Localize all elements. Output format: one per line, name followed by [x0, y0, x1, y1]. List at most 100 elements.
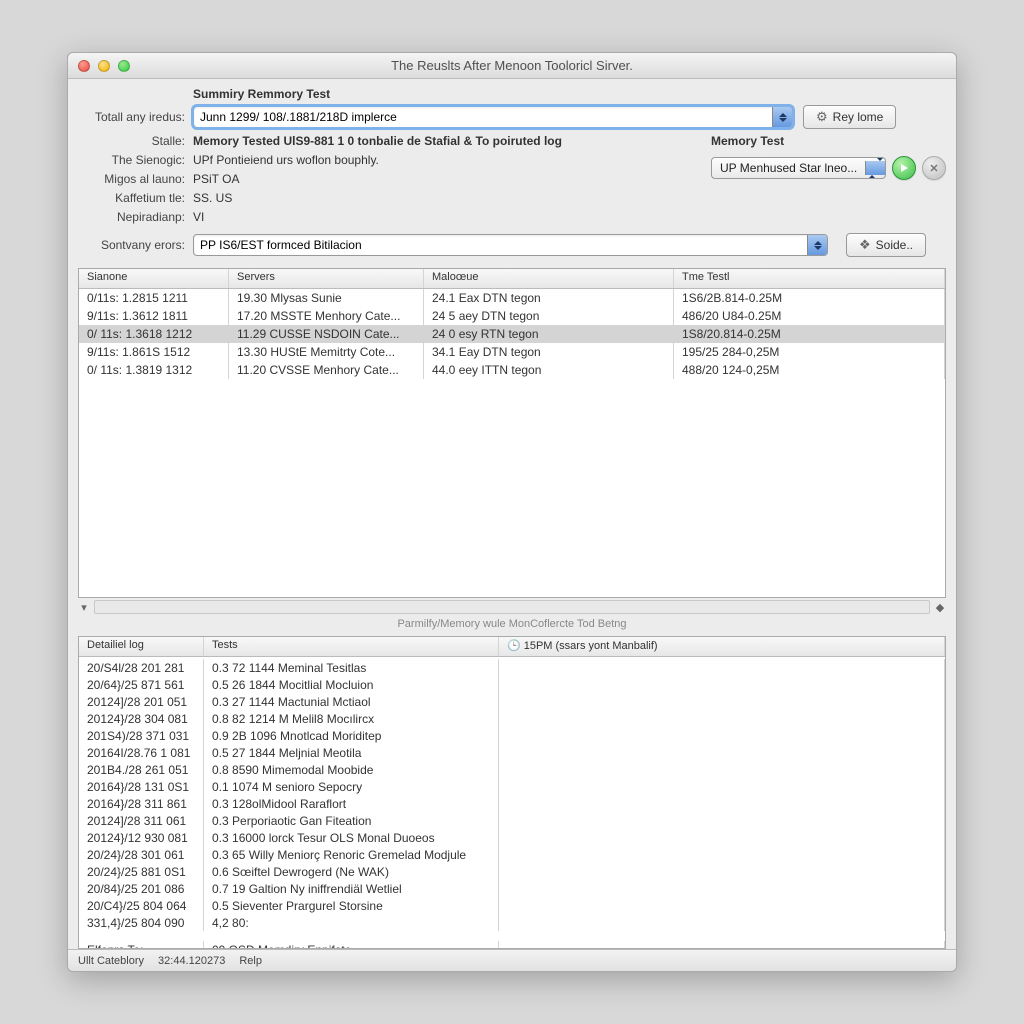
scroll-right-icon[interactable]: ◆ [934, 601, 946, 614]
zoom-icon[interactable] [118, 60, 130, 72]
table-cell [499, 795, 945, 812]
table-cell [499, 846, 945, 863]
table-cell: 0/11s: 1.2815 1211 [79, 289, 229, 307]
memory-test-heading: Memory Test [711, 134, 946, 148]
table-cell [499, 897, 945, 914]
table-row[interactable]: 20124}/28 304 0810.8 82 1214 M Melil8 Mo… [79, 710, 945, 727]
table-cell: 0/ 11s: 1.3819 1312 [79, 361, 229, 379]
table-cell [499, 761, 945, 778]
table-cell: 9/11s: 1.3612 1811 [79, 307, 229, 325]
table-cell [499, 914, 945, 931]
col-maloeue[interactable]: Maloœue [424, 269, 674, 288]
kaffetium-value: SS. US [193, 191, 687, 205]
row-sontvany: Sontvany erors: ❖ Soide.. [78, 233, 946, 257]
soide-button[interactable]: ❖ Soide.. [846, 233, 926, 257]
table-row[interactable]: 9/11s: 1.3612 181117.20 MSSTE Menhory Ca… [79, 307, 945, 325]
table-row[interactable]: 20/24}/28 301 0610.3 65 Willy Meniorç Re… [79, 846, 945, 863]
col-servers[interactable]: Servers [229, 269, 424, 288]
table-cell: 13.30 HUStE Memitrty Cote... [229, 343, 424, 361]
table-cell: 24 0 esy RTN tegon [424, 325, 674, 343]
col-sianone[interactable]: Sianone [79, 269, 229, 288]
table-row[interactable]: 20164}/28 311 8610.3 128olMidool Raraflo… [79, 795, 945, 812]
table-cell [499, 727, 945, 744]
table-row[interactable]: 20/64}/25 871 5610.5 26 1844 Mocitlial M… [79, 676, 945, 693]
table-row[interactable]: 20164}/28 131 0S10.1 1074 M senioro Sepo… [79, 778, 945, 795]
table-cell: 0.7 19 Galtion Ny iniffrendiäl Wetliel [204, 880, 499, 897]
memory-test-panel: Memory Test UP Menhused Star lneo... ✕ [711, 134, 946, 229]
rey-lome-label: Rey lome [833, 110, 884, 124]
col-15pm[interactable]: 🕒15PM (ssars yont Manbalif) [499, 637, 945, 656]
table-row[interactable]: 20/84}/25 201 0860.7 19 Galtion Ny iniff… [79, 880, 945, 897]
table-cell: 11.20 CVSSE Menhory Cate... [229, 361, 424, 379]
chevron-updown-icon[interactable] [865, 161, 885, 175]
table-cell [499, 941, 945, 948]
table-row[interactable]: 20124}/12 930 0810.3 16000 lorck Tesur O… [79, 829, 945, 846]
table-row[interactable]: 20/24}/25 881 0S10.6 Sœiftel Dewrogerd (… [79, 863, 945, 880]
table-row[interactable]: 331,4}/25 804 0904,2 80: [79, 914, 945, 931]
table-cell: 0.6 Sœiftel Dewrogerd (Ne WAK) [204, 863, 499, 880]
table-cell: 195/25 284-0,25M [674, 343, 945, 361]
results-table-body: 0/11s: 1.2815 121119.30 Mlysas Sunie24.1… [79, 289, 945, 597]
col-tme-testl[interactable]: Tme Testl [674, 269, 945, 288]
table-cell: 20124]/28 201 051 [79, 693, 204, 710]
status-right[interactable]: Relp [239, 955, 262, 967]
nepiradianp-label: Nepiradianp: [78, 210, 193, 224]
table-cell: 20/S4l/28 201 281 [79, 659, 204, 676]
table-row[interactable]: 20124]/28 201 0510.3 27 1144 Mactunial M… [79, 693, 945, 710]
table-cell: 9/11s: 1.861S 1512 [79, 343, 229, 361]
col-detailed-log[interactable]: Detailiel log [79, 637, 204, 656]
scroll-left-icon[interactable]: ▾ [78, 601, 90, 614]
table-row[interactable]: 0/ 11s: 1.3819 131211.20 CVSSE Menhory C… [79, 361, 945, 379]
table-cell: 44.0 eey ITTN tegon [424, 361, 674, 379]
table-row[interactable]: 0/11s: 1.2815 121119.30 Mlysas Sunie24.1… [79, 289, 945, 307]
combo-step-icon[interactable] [772, 107, 792, 127]
titlebar[interactable]: The Reuslts After Menoon Tooloricl Sirve… [68, 53, 956, 79]
table-row[interactable]: 20124]/28 311 0610.3 Perporiaotic Gan Fi… [79, 812, 945, 829]
table-cell: 0.1 1074 M senioro Sepocry [204, 778, 499, 795]
table-cell: 0.5 26 1844 Mocitlial Mocluion [204, 676, 499, 693]
table-cell: 20164}/28 131 0S1 [79, 778, 204, 795]
table-row[interactable]: 20164I/28.76 1 0810.5 27 1844 Meljnial M… [79, 744, 945, 761]
traffic-lights [78, 60, 130, 72]
table-cell: 1S6/2B.814-0.25M [674, 289, 945, 307]
sontvany-input[interactable] [194, 235, 807, 255]
soide-label: Soide.. [876, 238, 913, 252]
horizontal-scrollbar[interactable]: ▾ ◆ [78, 600, 946, 614]
table-cell: 0.3 27 1144 Mactunial Mctiaol [204, 693, 499, 710]
log-table: Detailiel log Tests 🕒15PM (ssars yont Ma… [78, 636, 946, 949]
table-row[interactable]: 9/11s: 1.861S 151213.30 HUStE Memitrty C… [79, 343, 945, 361]
table-row[interactable]: 201B4./28 261 0510.8 8590 Mimemodal Moob… [79, 761, 945, 778]
table-row[interactable]: 20/C4}/25 804 0640.5 Sieventer Prargurel… [79, 897, 945, 914]
table-row[interactable]: Elfenrs Te;09.OSD Memdiry Enpifote [79, 941, 945, 948]
table-cell: 488/20 124-0,25M [674, 361, 945, 379]
clock-icon: 🕒 [507, 640, 521, 652]
table-cell: 0.3 128olMidool Raraflort [204, 795, 499, 812]
table-cell: 19.30 Mlysas Sunie [229, 289, 424, 307]
close-icon[interactable] [78, 60, 90, 72]
stop-button[interactable]: ✕ [922, 156, 946, 180]
statusbar: Ullt Cateblory 32:44.120273 Relp [68, 949, 956, 971]
log-table-header: Detailiel log Tests 🕒15PM (ssars yont Ma… [79, 637, 945, 657]
table-cell: 486/20 U84-0.25M [674, 307, 945, 325]
memory-test-popup[interactable]: UP Menhused Star lneo... [711, 157, 886, 179]
table-cell: 24.1 Eax DTN tegon [424, 289, 674, 307]
rey-lome-button[interactable]: ⚙ Rey lome [803, 105, 896, 129]
table-cell: 20124}/28 304 081 [79, 710, 204, 727]
close-x-icon: ✕ [929, 162, 938, 175]
total-input[interactable] [194, 107, 772, 127]
table-row[interactable]: 20/S4l/28 201 2810.3 72 1144 Meminal Tes… [79, 659, 945, 676]
sontvany-combobox[interactable] [193, 234, 828, 256]
minimize-icon[interactable] [98, 60, 110, 72]
table-cell: 0.3 72 1144 Meminal Tesitlas [204, 659, 499, 676]
row-total: Totall any iredus: ⚙ Rey lome [78, 105, 946, 129]
table-row[interactable]: 0/ 11s: 1.3618 121211.29 CUSSE NSDOIN Ca… [79, 325, 945, 343]
total-combobox[interactable] [193, 106, 793, 128]
run-button[interactable] [892, 156, 916, 180]
scrollbar-track[interactable] [94, 600, 930, 614]
combo-step-icon[interactable] [807, 235, 827, 255]
table-cell: 4,2 80: [204, 914, 499, 931]
col-tests[interactable]: Tests [204, 637, 499, 656]
status-left: Ullt Cateblory [78, 955, 144, 967]
table-cell: 20164I/28.76 1 081 [79, 744, 204, 761]
table-row[interactable]: 201S4)/28 371 0310.9 2B 1096 Mnotlcad Mo… [79, 727, 945, 744]
